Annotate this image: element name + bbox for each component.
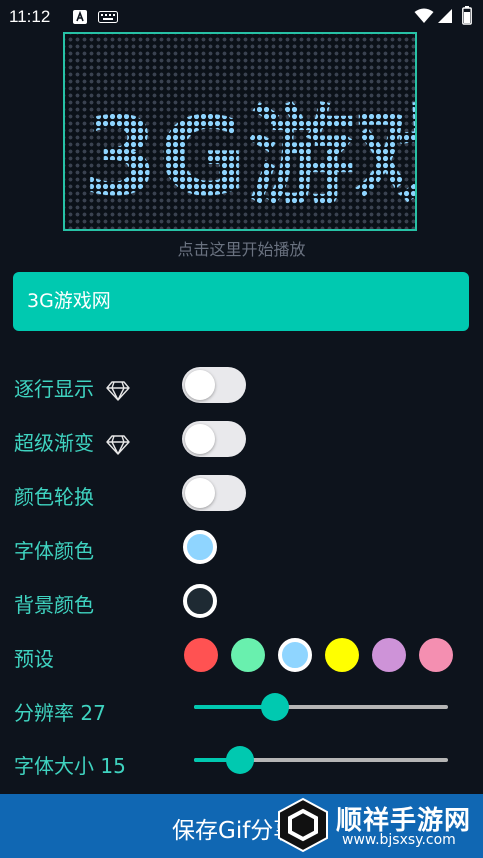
presets-label: 预设 bbox=[14, 647, 54, 671]
toggle-knob bbox=[185, 424, 215, 454]
background-color-swatch[interactable] bbox=[183, 584, 217, 618]
signal-icon bbox=[438, 9, 452, 23]
accessibility-icon bbox=[73, 10, 87, 24]
font-color-label: 字体颜色 bbox=[14, 539, 94, 563]
color-rotation-label: 颜色轮换 bbox=[14, 485, 94, 509]
keyboard-icon bbox=[98, 11, 118, 23]
font-size-slider[interactable] bbox=[194, 746, 448, 774]
display-text-input[interactable]: 3G游戏网 bbox=[13, 272, 469, 331]
status-time: 11:12 bbox=[9, 7, 51, 26]
slider-thumb[interactable] bbox=[225, 746, 254, 774]
watermark-url: www.bjsxsy.com bbox=[342, 832, 456, 848]
font-size-label: 字体大小 15 bbox=[14, 754, 126, 778]
led-text-display: 3G游戏 bbox=[65, 34, 415, 229]
battery-icon bbox=[462, 6, 472, 25]
font-color-swatch[interactable] bbox=[183, 530, 217, 564]
preset-color-swatch[interactable] bbox=[231, 638, 265, 672]
status-bar: 11:12 bbox=[0, 0, 483, 32]
row-by-row-label: 逐行显示 bbox=[14, 373, 131, 402]
diamond-icon bbox=[106, 434, 131, 455]
preset-color-swatch[interactable] bbox=[278, 638, 312, 672]
watermark-logo-icon bbox=[278, 797, 328, 853]
color-rotation-toggle[interactable] bbox=[182, 475, 246, 511]
row-by-row-text: 逐行显示 bbox=[14, 377, 94, 401]
resolution-label: 分辨率 27 bbox=[14, 701, 106, 725]
preset-color-swatch[interactable] bbox=[184, 638, 218, 672]
super-gradient-toggle[interactable] bbox=[182, 421, 246, 457]
preset-color-swatch[interactable] bbox=[372, 638, 406, 672]
diamond-icon bbox=[106, 380, 131, 401]
background-color-label: 背景颜色 bbox=[14, 593, 94, 617]
row-by-row-toggle[interactable] bbox=[182, 367, 246, 403]
preset-color-swatch[interactable] bbox=[419, 638, 453, 672]
toggle-knob bbox=[185, 478, 215, 508]
super-gradient-label: 超级渐变 bbox=[14, 427, 131, 456]
led-preview[interactable]: 3G游戏 bbox=[63, 32, 417, 231]
resolution-slider[interactable] bbox=[194, 693, 448, 721]
slider-thumb[interactable] bbox=[261, 693, 290, 721]
play-hint[interactable]: 点击这里开始播放 bbox=[0, 236, 483, 260]
watermark: 顺祥手游网 www.bjsxsy.com bbox=[272, 796, 482, 856]
toggle-knob bbox=[185, 370, 215, 400]
wifi-icon bbox=[414, 8, 434, 23]
preset-color-swatch[interactable] bbox=[325, 638, 359, 672]
super-gradient-text: 超级渐变 bbox=[14, 431, 94, 455]
